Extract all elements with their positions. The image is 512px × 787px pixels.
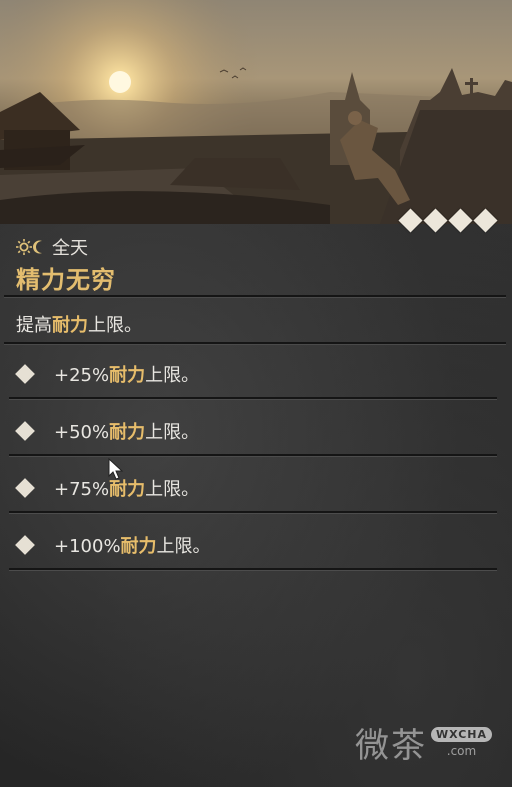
- rank-row-1: +25%耐力上限。: [14, 361, 199, 387]
- description-suffix: 上限。: [88, 315, 142, 336]
- time-label: 全天: [52, 238, 88, 259]
- rank-indicator: [398, 208, 498, 233]
- description-prefix: 提高: [16, 315, 52, 336]
- rank-text: +100%耐力上限。: [54, 536, 211, 557]
- rank-text: +50%耐力上限。: [54, 422, 200, 443]
- scenery-illustration: [0, 0, 512, 224]
- watermark-badge: WXCHA .com: [430, 727, 492, 758]
- rank-row-3: +75%耐力上限。: [14, 475, 199, 501]
- sun-moon-icon: [16, 238, 46, 256]
- watermark-badge-label: WXCHA: [430, 727, 492, 742]
- time-of-day: 全天: [16, 236, 116, 259]
- skill-description: 提高耐力上限。: [16, 311, 142, 337]
- rank-diamond-icon: [398, 208, 423, 233]
- rank-diamond-icon: [448, 208, 473, 233]
- skill-title: 精力无穷: [16, 266, 116, 294]
- description-divider: [4, 342, 506, 345]
- rank-divider: [9, 454, 497, 457]
- diamond-icon: [15, 364, 35, 384]
- header-divider: [4, 295, 506, 298]
- rank-diamond-icon: [423, 208, 448, 233]
- watermark-text: 微茶: [354, 726, 427, 766]
- rank-row-4: +100%耐力上限。: [14, 532, 211, 558]
- rank-divider: [9, 568, 497, 571]
- rank-row-2: +50%耐力上限。: [14, 418, 199, 444]
- diamond-icon: [15, 421, 35, 441]
- skill-preview-image: [0, 0, 512, 224]
- rank-divider: [9, 511, 497, 514]
- rank-text: +25%耐力上限。: [54, 365, 200, 386]
- rank-divider: [9, 397, 497, 400]
- diamond-icon: [15, 478, 35, 498]
- rank-text: +75%耐力上限。: [54, 479, 200, 500]
- mouse-cursor-icon: [108, 457, 124, 486]
- diamond-icon: [15, 535, 35, 555]
- rank-diamond-icon: [473, 208, 498, 233]
- watermark-url: .com: [446, 744, 477, 758]
- description-highlight: 耐力: [52, 315, 88, 336]
- skill-header: 全天 精力无穷: [16, 236, 116, 295]
- watermark: 微茶 WXCHA .com: [355, 718, 492, 767]
